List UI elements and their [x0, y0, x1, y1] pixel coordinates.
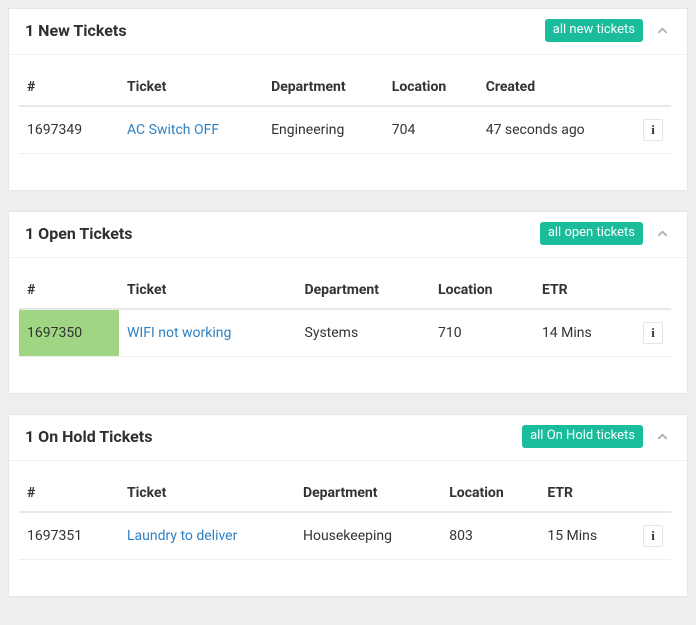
panel-title: 1 On Hold Tickets	[25, 427, 152, 446]
column-header: Ticket	[119, 69, 263, 106]
table-wrap: #TicketDepartmentLocationETR 1697351 Laund…	[9, 461, 687, 596]
all-tickets-button[interactable]: all On Hold tickets	[522, 425, 643, 448]
cell-location: 704	[384, 106, 478, 154]
column-header: Department	[295, 475, 441, 512]
cell-ticket: WIFI not working	[119, 309, 297, 357]
ticket-link[interactable]: Laundry to deliver	[127, 528, 237, 544]
column-header: Created	[478, 69, 631, 106]
ticket-panel: 1 New Tickets all new tickets #TicketDepar…	[8, 8, 688, 191]
panel-header-right: all new tickets	[545, 19, 671, 42]
column-header: Department	[297, 272, 431, 309]
cell-location: 803	[441, 512, 539, 560]
panel-header: 1 On Hold Tickets all On Hold tickets	[9, 415, 687, 461]
panel-header: 1 Open Tickets all open tickets	[9, 212, 687, 258]
chevron-up-icon[interactable]	[653, 22, 671, 40]
column-header-actions	[631, 69, 671, 106]
cell-last: 15 Mins	[539, 512, 631, 560]
info-icon[interactable]: i	[643, 119, 663, 141]
chevron-up-icon[interactable]	[653, 428, 671, 446]
all-tickets-button[interactable]: all open tickets	[540, 222, 643, 245]
column-header: ETR	[539, 475, 631, 512]
info-icon[interactable]: i	[643, 322, 663, 344]
column-header-actions	[631, 272, 671, 309]
table-row: 1697351 Laundry to deliver Housekeeping803…	[19, 512, 671, 560]
table-row: 1697349 AC Switch OFF Engineering70447 sec…	[19, 106, 671, 154]
panel-title: 1 New Tickets	[25, 21, 127, 40]
column-header: Location	[384, 69, 478, 106]
cell-last: 14 Mins	[534, 309, 631, 357]
cell-last: 47 seconds ago	[478, 106, 631, 154]
cell-actions: i	[631, 512, 671, 560]
cell-actions: i	[631, 106, 671, 154]
chevron-up-icon[interactable]	[653, 225, 671, 243]
tickets-table: #TicketDepartmentLocationETR 1697351 Laund…	[19, 475, 671, 560]
cell-id: 1697351	[19, 512, 119, 560]
all-tickets-button[interactable]: all new tickets	[545, 19, 643, 42]
panel-title: 1 Open Tickets	[25, 224, 133, 243]
column-header: #	[19, 69, 119, 106]
column-header: Location	[430, 272, 534, 309]
ticket-link[interactable]: AC Switch OFF	[127, 122, 219, 138]
column-header: #	[19, 475, 119, 512]
cell-actions: i	[631, 309, 671, 357]
tickets-table: #TicketDepartmentLocationETR 1697350 WIFI …	[19, 272, 671, 357]
cell-department: Engineering	[263, 106, 384, 154]
column-header: #	[19, 272, 119, 309]
ticket-panel: 1 On Hold Tickets all On Hold tickets #Tic…	[8, 414, 688, 597]
table-row: 1697350 WIFI not working Systems71014 Mins…	[19, 309, 671, 357]
table-wrap: #TicketDepartmentLocationETR 1697350 WIFI …	[9, 258, 687, 393]
panel-header: 1 New Tickets all new tickets	[9, 9, 687, 55]
column-header: Ticket	[119, 272, 297, 309]
ticket-panel: 1 Open Tickets all open tickets #TicketDep…	[8, 211, 688, 394]
ticket-link[interactable]: WIFI not working	[127, 325, 231, 341]
tickets-table: #TicketDepartmentLocationCreated 1697349 A…	[19, 69, 671, 154]
column-header: Department	[263, 69, 384, 106]
cell-ticket: Laundry to deliver	[119, 512, 295, 560]
cell-department: Systems	[297, 309, 431, 357]
panel-header-right: all On Hold tickets	[522, 425, 671, 448]
cell-department: Housekeeping	[295, 512, 441, 560]
cell-ticket: AC Switch OFF	[119, 106, 263, 154]
column-header-actions	[631, 475, 671, 512]
cell-id: 1697349	[19, 106, 119, 154]
column-header: ETR	[534, 272, 631, 309]
table-wrap: #TicketDepartmentLocationCreated 1697349 A…	[9, 55, 687, 190]
column-header: Ticket	[119, 475, 295, 512]
cell-location: 710	[430, 309, 534, 357]
cell-id: 1697350	[19, 309, 119, 357]
panel-header-right: all open tickets	[540, 222, 671, 245]
info-icon[interactable]: i	[643, 525, 663, 547]
column-header: Location	[441, 475, 539, 512]
